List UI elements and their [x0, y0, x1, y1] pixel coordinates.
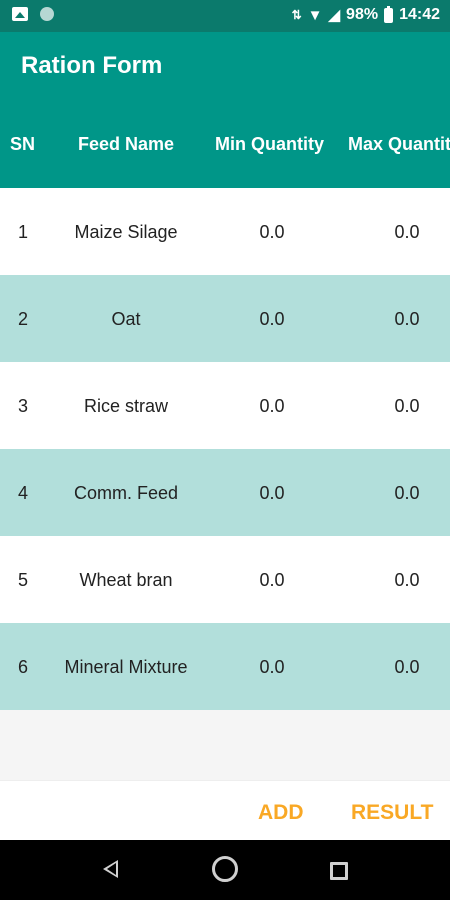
wifi-icon: ▼: [307, 6, 323, 24]
cell-min-quantity[interactable]: 0.0: [240, 309, 304, 330]
table-row[interactable]: 1 Maize Silage 0.0 0.0: [0, 188, 450, 275]
navigation-bar: [0, 840, 450, 900]
header-sn: SN: [10, 134, 36, 154]
table-row[interactable]: 3 Rice straw 0.0 0.0: [0, 362, 450, 449]
cell-max-quantity[interactable]: 0.0: [392, 396, 422, 417]
cell-feed-name: Maize Silage: [74, 222, 178, 242]
table-row[interactable]: 4 Comm. Feed 0.0 0.0: [0, 449, 450, 536]
sync-notification-icon: [40, 7, 54, 21]
cell-feed-name: Wheat bran: [79, 570, 173, 590]
result-button[interactable]: RESULT: [351, 801, 433, 825]
back-icon[interactable]: [103, 860, 118, 878]
cell-max-quantity[interactable]: 0.0: [392, 657, 422, 678]
header-min-quantity: Min Quantity: [215, 134, 324, 154]
cell-min-quantity[interactable]: 0.0: [240, 483, 304, 504]
cell-max-quantity[interactable]: 0.0: [392, 222, 422, 243]
cell-min-quantity[interactable]: 0.0: [240, 657, 304, 678]
home-icon[interactable]: [212, 856, 238, 882]
page-title: Ration Form: [21, 52, 163, 79]
cell-sn: 3: [18, 396, 29, 416]
data-arrows-icon: ⇅: [291, 8, 302, 22]
table-header: SN Feed Name Min Quantity Max Quantity: [0, 102, 450, 188]
cell-feed-name: Mineral Mixture: [64, 657, 188, 677]
app-bar: Ration Form: [0, 32, 450, 102]
recent-apps-icon[interactable]: [330, 862, 348, 880]
status-bar: ⇅ ▼ ◢ 98% 14:42: [0, 0, 450, 32]
cell-sn: 5: [18, 570, 29, 590]
table-row[interactable]: 5 Wheat bran 0.0 0.0: [0, 536, 450, 623]
signal-icon: ◢: [328, 7, 341, 24]
cell-sn: 4: [18, 483, 29, 503]
cell-max-quantity[interactable]: 0.0: [392, 309, 422, 330]
cell-sn: 1: [18, 222, 29, 242]
cell-max-quantity[interactable]: 0.0: [392, 570, 422, 591]
battery-percent: 98%: [346, 6, 379, 23]
cell-sn: 6: [18, 657, 29, 677]
action-footer: ADD RESULT: [0, 780, 450, 841]
clock: 14:42: [399, 6, 440, 23]
cell-min-quantity[interactable]: 0.0: [240, 222, 304, 243]
cell-feed-name: Comm. Feed: [73, 483, 179, 503]
cell-min-quantity[interactable]: 0.0: [240, 396, 304, 417]
gallery-notification-icon: [12, 7, 28, 21]
cell-min-quantity[interactable]: 0.0: [240, 570, 304, 591]
table-empty-space: [0, 710, 450, 780]
header-max-quantity: Max Quantity: [348, 134, 450, 154]
table-row[interactable]: 6 Mineral Mixture 0.0 0.0: [0, 623, 450, 710]
add-button[interactable]: ADD: [258, 801, 304, 825]
cell-feed-name: Rice straw: [83, 396, 168, 416]
cell-max-quantity[interactable]: 0.0: [392, 483, 422, 504]
feed-table: 1 Maize Silage 0.0 0.0 2 Oat 0.0 0.0 3 R…: [0, 188, 450, 710]
cell-sn: 2: [18, 309, 29, 329]
header-feed-name: Feed Name: [77, 134, 175, 154]
table-row[interactable]: 2 Oat 0.0 0.0: [0, 275, 450, 362]
cell-feed-name: Oat: [111, 309, 141, 329]
battery-icon: [384, 5, 394, 23]
